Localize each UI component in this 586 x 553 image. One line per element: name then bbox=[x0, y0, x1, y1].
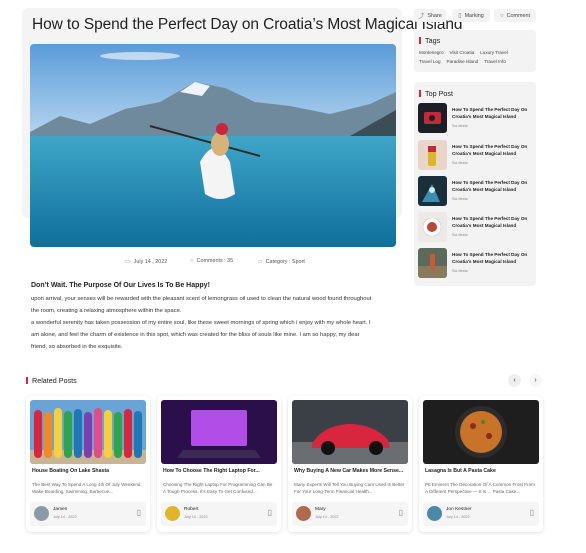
post-date: July 14 , 2022 bbox=[184, 515, 208, 519]
top-post-item[interactable]: How To Spend The Perfect Day On Croatia'… bbox=[418, 176, 532, 206]
top-post-category: Sci-fiesta bbox=[452, 124, 468, 128]
top-post-thumbnail bbox=[418, 103, 447, 133]
bookmark-icon[interactable]: ▯ bbox=[268, 508, 272, 517]
avatar bbox=[296, 506, 311, 521]
tag-item[interactable]: Montenegro bbox=[419, 50, 444, 55]
author-name[interactable]: Mary bbox=[315, 507, 326, 512]
related-next-button[interactable]: › bbox=[529, 374, 542, 387]
top-post-title[interactable]: How To Spend The Perfect Day On Croatia'… bbox=[452, 251, 532, 265]
article-paragraph: the room, creating a relaxing atmosphere… bbox=[31, 308, 182, 314]
top-post-title[interactable]: How To Spend The Perfect Day On Croatia'… bbox=[452, 179, 532, 193]
top-post-thumbnail bbox=[418, 176, 447, 206]
related-post-card[interactable]: Why Buying A New Car Makes More Sense...… bbox=[288, 396, 412, 532]
chevron-right-icon: › bbox=[534, 377, 537, 384]
comment-icon: ○ bbox=[190, 258, 194, 264]
related-post-thumbnail bbox=[30, 400, 146, 464]
post-date: ▭ July 14 , 2022 bbox=[125, 258, 168, 266]
heading-accent bbox=[419, 90, 421, 97]
top-post-item[interactable]: How To Spend The Perfect Day On Croatia'… bbox=[418, 248, 532, 278]
heading-accent bbox=[26, 377, 28, 384]
tag-list: Montenegro Visit Croatia Luxury Travel T… bbox=[419, 50, 535, 64]
post-title: How to Spend the Perfect Day on Croatia’… bbox=[32, 16, 463, 33]
avatar bbox=[165, 506, 180, 521]
author-name[interactable]: Jon Kestner bbox=[446, 507, 472, 512]
related-post-card[interactable]: How To Choose The Right Laptop For... Ch… bbox=[157, 396, 281, 532]
top-post-title[interactable]: How To Spend The Perfect Day On Croatia'… bbox=[452, 106, 532, 120]
related-post-thumbnail bbox=[161, 400, 277, 464]
top-post-item[interactable]: How To Spend The Perfect Day On Croatia'… bbox=[418, 140, 532, 170]
top-post-title[interactable]: How To Spend The Perfect Day On Croatia'… bbox=[452, 215, 532, 229]
article-paragraph: friend, so absorbed in the exquisite. bbox=[31, 344, 123, 350]
tags-heading: Tags bbox=[419, 36, 440, 45]
related-prev-button[interactable]: ‹ bbox=[508, 374, 521, 387]
tag-item[interactable]: Travel Log bbox=[419, 59, 441, 64]
share-button[interactable]: ⤴ Share bbox=[414, 9, 446, 22]
comment-icon: ○ bbox=[500, 12, 504, 19]
tag-item[interactable]: Travel Info bbox=[484, 59, 506, 64]
related-post-title[interactable]: How To Choose The Right Laptop For... bbox=[163, 468, 275, 474]
article-paragraph: am alone, and feel the charm of existenc… bbox=[31, 332, 360, 338]
top-post-item[interactable]: How To Spend The Perfect Day On Croatia'… bbox=[418, 212, 532, 242]
avatar bbox=[34, 506, 49, 521]
top-post-heading: Top Post bbox=[419, 89, 453, 98]
related-post-thumbnail bbox=[292, 400, 408, 464]
related-post-excerpt: Many Experts Will Tell You Buying Cars U… bbox=[294, 482, 405, 495]
related-posts-heading: Related Posts bbox=[26, 376, 77, 385]
post-category[interactable]: ▱ Category : Sport bbox=[258, 258, 305, 266]
related-post-footer: Mary July 14 , 2022 ▯ bbox=[292, 502, 408, 526]
folder-icon: ▱ bbox=[258, 259, 263, 265]
top-post-title[interactable]: How To Spend The Perfect Day On Croatia'… bbox=[452, 143, 532, 157]
related-post-excerpt: The Best Way To Spend A Long 4th Of July… bbox=[32, 482, 142, 495]
top-post-thumbnail bbox=[418, 140, 447, 170]
chevron-left-icon: ‹ bbox=[513, 377, 516, 384]
related-post-title[interactable]: House Boating On Lake Shasta bbox=[32, 468, 144, 474]
bookmark-icon[interactable]: ▯ bbox=[399, 508, 403, 517]
post-date: July 14 , 2022 bbox=[53, 515, 77, 519]
related-post-title[interactable]: Lasagna Is But A Pasta Cake bbox=[425, 468, 537, 474]
heading-accent bbox=[419, 37, 421, 44]
author-name[interactable]: Robert bbox=[184, 507, 198, 512]
top-post-category: Sci-fiesta bbox=[452, 197, 468, 201]
tag-item[interactable]: Luxury Travel bbox=[480, 50, 508, 55]
post-comments[interactable]: ○ Comments : 35 bbox=[190, 258, 233, 264]
article-paragraph: upon arrival, your senses will be reward… bbox=[31, 296, 372, 302]
related-post-excerpt: Choosing The Right Laptop For Programmin… bbox=[163, 482, 273, 495]
marking-button[interactable]: ▯ Marking bbox=[452, 9, 490, 22]
related-post-card[interactable]: House Boating On Lake Shasta The Best Wa… bbox=[26, 396, 150, 532]
top-post-category: Sci-fiesta bbox=[452, 269, 468, 273]
related-post-card[interactable]: Lasagna Is But A Pasta Cake Ptt Eminent … bbox=[419, 396, 543, 532]
article-paragraph: a wonderful serenity has taken possessio… bbox=[31, 320, 371, 326]
avatar bbox=[427, 506, 442, 521]
bookmark-icon[interactable]: ▯ bbox=[530, 508, 534, 517]
comment-button[interactable]: ○ Comment bbox=[494, 9, 536, 22]
bookmark-icon: ▯ bbox=[458, 13, 462, 19]
top-post-category: Sci-fiesta bbox=[452, 233, 468, 237]
related-post-footer: Robert July 14 , 2022 ▯ bbox=[161, 502, 277, 526]
top-post-item[interactable]: How To Spend The Perfect Day On Croatia'… bbox=[418, 103, 532, 133]
related-post-thumbnail bbox=[423, 400, 539, 464]
bookmark-icon[interactable]: ▯ bbox=[137, 508, 141, 517]
related-post-excerpt: Ptt Eminent The Decoration Of A Common F… bbox=[425, 482, 535, 495]
author-name[interactable]: James bbox=[53, 507, 67, 512]
share-icon: ⤴ bbox=[418, 14, 425, 20]
top-post-category: Sci-fiesta bbox=[452, 161, 468, 165]
article-lead: Don’t Wait. The Purpose Of Our Lives Is … bbox=[31, 282, 210, 289]
post-date: July 14 , 2022 bbox=[315, 515, 339, 519]
top-post-thumbnail bbox=[418, 212, 447, 242]
related-post-footer: James July 14 , 2022 ▯ bbox=[30, 502, 146, 526]
tag-item[interactable]: Visit Croatia bbox=[450, 50, 475, 55]
related-post-title[interactable]: Why Buying A New Car Makes More Sense... bbox=[294, 468, 406, 474]
related-post-footer: Jon Kestner July 14 , 2022 ▯ bbox=[423, 502, 539, 526]
post-date: July 14 , 2022 bbox=[446, 515, 470, 519]
tag-item[interactable]: Paradise Island bbox=[447, 59, 479, 64]
top-post-thumbnail bbox=[418, 248, 447, 278]
hero-image bbox=[30, 44, 396, 247]
calendar-icon: ▭ bbox=[125, 259, 131, 265]
